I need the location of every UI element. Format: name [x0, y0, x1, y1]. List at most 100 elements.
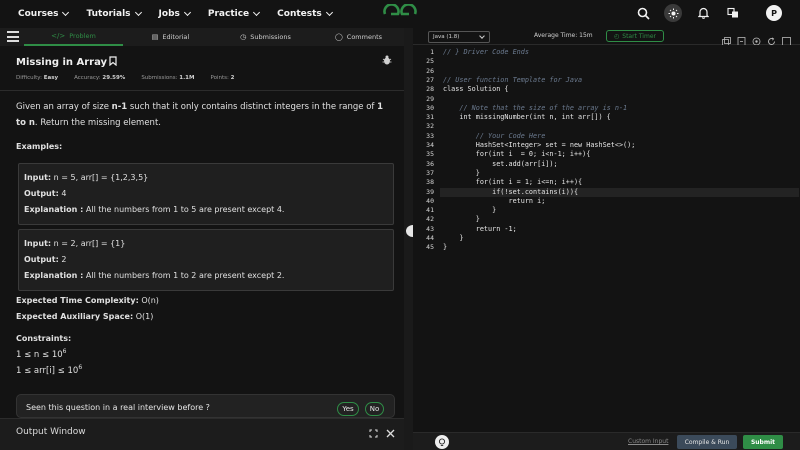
code-line: // Your Code Here — [443, 131, 546, 140]
desc-part: Given an array of size — [16, 102, 112, 112]
constraint-exp: 6 — [62, 348, 67, 355]
translate-icon[interactable] — [724, 4, 742, 22]
line-number: 38 — [426, 178, 434, 187]
clock-icon: ◷ — [240, 33, 247, 41]
chevron-down-icon — [253, 8, 261, 17]
input-value: n = 2, arr[] = {1} — [53, 239, 126, 248]
submissions-value: 1.1M — [179, 75, 195, 81]
input-label: Input: — [24, 239, 52, 248]
compile-run-button[interactable]: Compile & Run — [677, 435, 737, 449]
gfg-logo-icon[interactable] — [383, 4, 417, 24]
explanation-value: All the numbers from 1 to 2 are present … — [85, 271, 285, 280]
line-number: 43 — [426, 224, 434, 233]
expand-icon[interactable] — [369, 429, 378, 438]
code-line: HashSet<Integer> set = new HashSet<>(); — [443, 141, 636, 149]
time-label: Expected Time Complexity: — [16, 296, 139, 305]
nav-jobs[interactable]: Jobs — [158, 8, 191, 19]
line-number: 30 — [426, 103, 434, 112]
start-timer-button[interactable]: ◴ Start Timer — [606, 30, 664, 42]
chevron-down-icon — [62, 8, 70, 17]
nav-courses[interactable]: Courses — [18, 8, 70, 19]
reset-icon[interactable] — [767, 31, 776, 45]
problem-panel: </> Problem ▤ Editorial ◷ Submissions ◯ Comm… — [0, 28, 404, 450]
submissions: Submissions: 1.1M — [141, 75, 194, 81]
code-line: return -1; — [443, 224, 517, 233]
space-complexity: Expected Auxiliary Space: O(1) — [16, 309, 159, 325]
editor-footer: Custom Input Compile & Run Submit — [413, 432, 800, 450]
code-icon: </> — [51, 32, 66, 40]
code-editor[interactable]: 1 // } Driver Code Ends 25 26 27 // User func… — [426, 45, 800, 432]
line-number: 42 — [426, 215, 434, 224]
line-number: 31 — [426, 113, 434, 122]
tab-comments-label: Comments — [346, 33, 383, 41]
code-line: for(int i = 1; i<=n; i++){ — [443, 178, 583, 187]
document-icon: ▤ — [151, 33, 159, 41]
nav-contests[interactable]: Contests — [277, 8, 333, 19]
nav-jobs-label: Jobs — [158, 9, 180, 19]
yes-button[interactable]: Yes — [337, 402, 359, 416]
line-number: 40 — [426, 196, 434, 205]
comment-icon: ◯ — [334, 33, 343, 41]
desc-part: . Return the missing element. — [34, 118, 161, 128]
tab-editorial[interactable]: ▤ Editorial — [123, 28, 218, 46]
close-icon[interactable] — [386, 429, 395, 438]
output-value: 2 — [61, 255, 67, 264]
accuracy: Accuracy: 29.59% — [74, 75, 125, 81]
difficulty-label: Difficulty: — [16, 75, 42, 81]
chevron-down-icon — [479, 33, 485, 39]
difficulty-value: Easy — [43, 75, 59, 81]
tab-editorial-label: Editorial — [162, 33, 190, 41]
nav-tutorials-label: Tutorials — [86, 9, 131, 19]
settings-icon[interactable] — [752, 31, 761, 46]
explanation-label: Explanation : — [24, 271, 84, 280]
output-label: Output: — [24, 255, 59, 264]
chevron-down-icon — [325, 8, 333, 17]
accuracy-label: Accuracy: — [74, 75, 101, 81]
nav-practice[interactable]: Practice — [208, 8, 261, 19]
explanation-label: Explanation : — [24, 205, 84, 214]
bell-icon[interactable] — [694, 4, 712, 22]
line-number: 39 — [426, 187, 434, 196]
no-button[interactable]: No — [365, 402, 384, 416]
code-line: class Solution { — [443, 85, 509, 94]
file-icon[interactable] — [737, 31, 746, 46]
language-select[interactable]: Java (1.8) — [428, 31, 490, 43]
copy-icon[interactable] — [722, 31, 731, 46]
problem-tabs: </> Problem ▤ Editorial ◷ Submissions ◯ Comm… — [0, 28, 404, 46]
sun-icon[interactable] — [664, 4, 682, 22]
lightbulb-icon[interactable] — [435, 435, 449, 449]
example-box: Input: n = 5, arr[] = {1,2,3,5} Output: … — [18, 163, 394, 225]
divider — [0, 90, 404, 91]
bug-report-icon[interactable] — [382, 55, 392, 65]
panel-resizer[interactable] — [404, 28, 413, 450]
language-value: Java (1.8) — [433, 34, 460, 40]
output-window[interactable]: Output Window — [0, 418, 404, 450]
search-icon[interactable] — [634, 4, 652, 22]
fullscreen-icon[interactable] — [782, 31, 791, 46]
hamburger-menu-icon[interactable] — [7, 31, 19, 42]
nav-right-controls: P — [634, 4, 782, 22]
timer-icon: ◴ — [614, 32, 620, 40]
line-number: 1 — [430, 48, 434, 56]
avatar[interactable]: P — [766, 5, 782, 21]
constraint-base: 1 ≤ n ≤ 10 — [16, 349, 63, 360]
space-value: O(1) — [135, 312, 154, 321]
tab-submissions[interactable]: ◷ Submissions — [218, 28, 313, 46]
examples-heading: Examples: — [16, 142, 63, 151]
start-timer-label: Start Timer — [622, 32, 656, 40]
nav-tutorials[interactable]: Tutorials — [86, 8, 142, 19]
tab-problem[interactable]: </> Problem — [24, 28, 123, 46]
example-input: Input: n = 2, arr[] = {1} — [24, 236, 388, 252]
problem-meta: Difficulty: Easy Accuracy: 29.59% Submis… — [16, 75, 234, 81]
custom-input-link[interactable]: Custom Input — [628, 438, 668, 445]
line-number: 37 — [426, 168, 434, 177]
example-output: Output: 2 — [24, 252, 388, 268]
line-number: 34 — [426, 141, 434, 149]
submit-button[interactable]: Submit — [743, 435, 783, 449]
difficulty: Difficulty: Easy — [16, 75, 58, 81]
tab-comments[interactable]: ◯ Comments — [313, 28, 404, 46]
code-line: } — [443, 234, 464, 242]
chevron-down-icon — [183, 8, 191, 17]
line-number: 44 — [426, 234, 434, 242]
bookmark-icon[interactable] — [109, 56, 117, 67]
